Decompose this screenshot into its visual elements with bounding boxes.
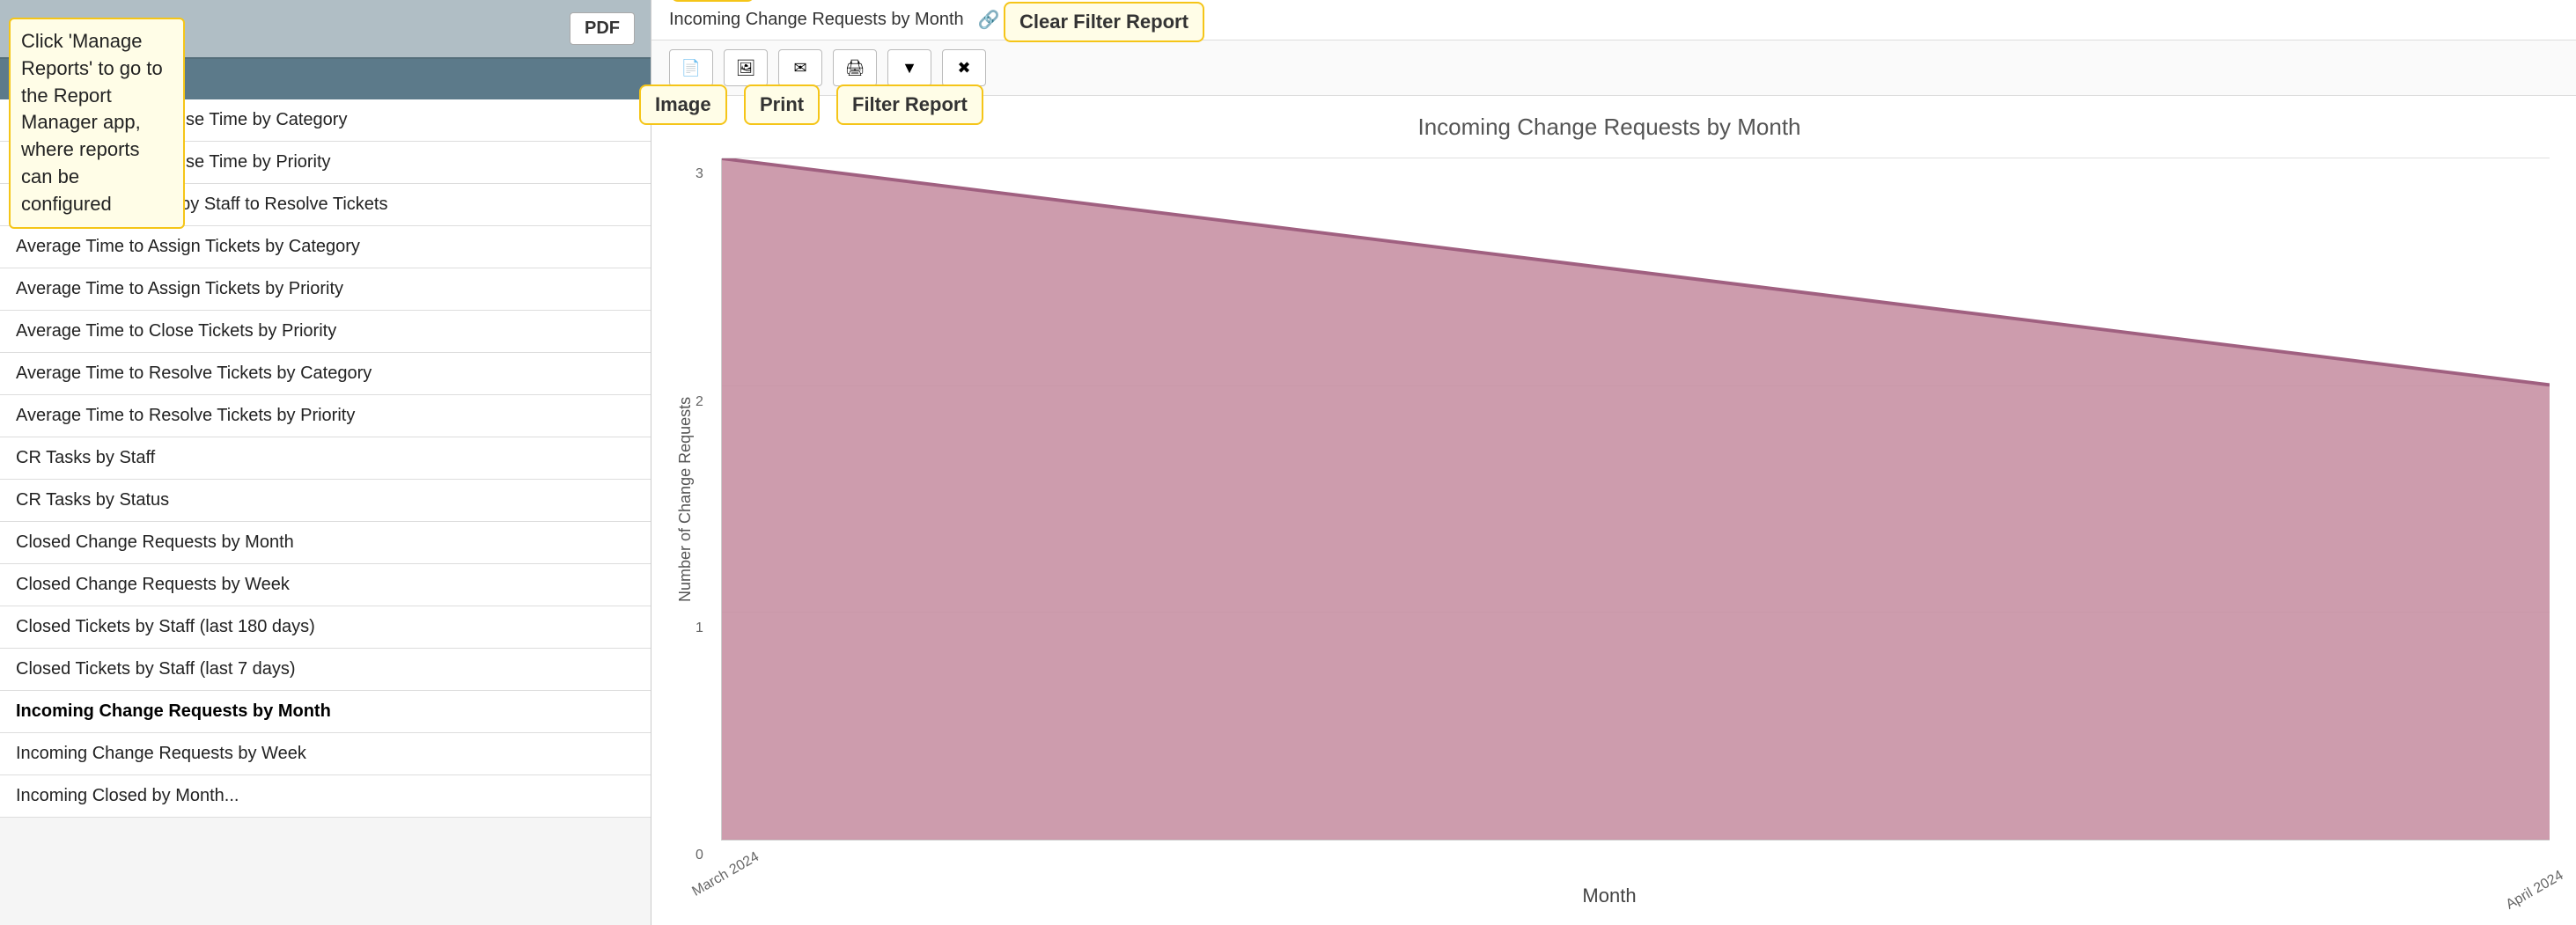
y-tick-3: 3 <box>696 166 703 182</box>
chart-area: Incoming Change Requests by Month Number… <box>651 96 2576 925</box>
y-tick-2: 2 <box>696 394 703 410</box>
sidebar-item[interactable]: Average Time to Close Tickets by Priorit… <box>0 311 651 353</box>
help-tooltip: Click 'Manage Reports' to go to the Repo… <box>9 18 185 229</box>
y-tick-0: 0 <box>696 848 703 863</box>
print-callout: Print <box>744 84 820 125</box>
top-bar: Incoming Change Requests by Month 🔗 Emai… <box>651 0 2576 40</box>
sidebar-item[interactable]: CR Tasks by Status <box>0 480 651 522</box>
print-icon-btn[interactable]: 🖨 <box>833 49 877 86</box>
sidebar-item[interactable]: Average Time to Assign Tickets by Catego… <box>0 226 651 268</box>
sidebar-item[interactable]: CR Tasks by Staff <box>0 437 651 480</box>
sidebar-item[interactable]: Closed Tickets by Staff (last 7 days) <box>0 649 651 691</box>
main-content: Incoming Change Requests by Month 🔗 Emai… <box>651 0 2576 925</box>
clear-filter-callout: Clear Filter Report <box>1004 2 1204 42</box>
active-tab-label[interactable]: Incoming Change Requests by Month <box>669 10 964 30</box>
area-chart-svg <box>722 158 2550 840</box>
sidebar-item[interactable]: Average Time to Assign Tickets by Priori… <box>0 268 651 311</box>
sidebar-item[interactable]: Closed Change Requests by Week <box>0 564 651 606</box>
image-icon-btn[interactable]: 🖼 <box>724 49 768 86</box>
clear-filter-icon-btn[interactable]: ✖ <box>942 49 986 86</box>
filter-icon-btn[interactable]: ▼ <box>887 49 931 86</box>
chart-inner: 0 1 2 3 March 202 <box>721 158 2550 841</box>
y-tick-1: 1 <box>696 620 703 636</box>
sidebar-item[interactable]: Incoming Closed by Month... <box>0 775 651 818</box>
sidebar-item[interactable]: Incoming Change Requests by Month <box>0 691 651 733</box>
pdf-icon-btn[interactable]: 📄 <box>669 49 713 86</box>
chart-container: Number of Change Requests 0 1 2 3 <box>669 158 2550 841</box>
email-callout: Email <box>671 0 754 2</box>
sidebar-item[interactable]: Average Time to Resolve Tickets by Prior… <box>0 395 651 437</box>
pdf-button[interactable]: PDF <box>570 12 635 45</box>
email-icon-btn[interactable]: ✉ <box>778 49 822 86</box>
sidebar-item[interactable]: Incoming Change Requests by Week <box>0 733 651 775</box>
y-axis-label: Number of Change Requests <box>669 158 695 841</box>
sidebar-item[interactable]: Closed Change Requests by Month <box>0 522 651 564</box>
sidebar-item[interactable]: Closed Tickets by Staff (last 180 days) <box>0 606 651 649</box>
image-callout: Image <box>639 84 727 125</box>
toolbar: 📄 🖼 ✉ 🖨 ▼ ✖ Image Print Filter Report <box>651 40 2576 96</box>
x-axis-label: Month <box>669 885 2550 907</box>
link-icon[interactable]: 🔗 <box>978 9 1000 31</box>
filter-report-callout: Filter Report <box>836 84 983 125</box>
sidebar-item[interactable]: Average Time to Resolve Tickets by Categ… <box>0 353 651 395</box>
